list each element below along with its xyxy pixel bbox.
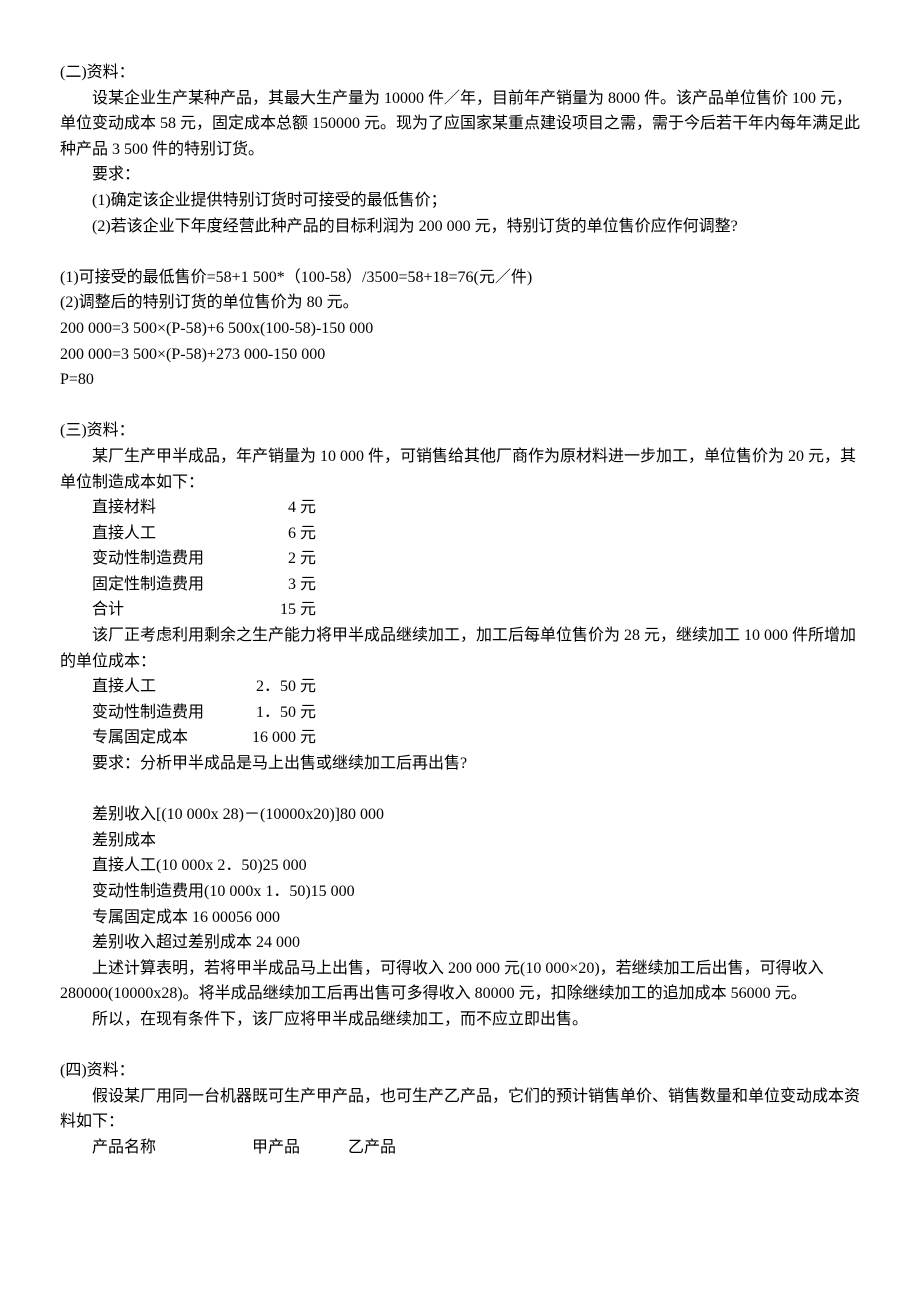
- section-3-title: (三)资料：: [60, 418, 860, 444]
- section-3-a3: 直接人工(10 000x 2．50)25 000: [60, 853, 860, 879]
- cost-label: 合计: [92, 597, 252, 623]
- section-3-a5: 专属固定成本 16 00056 000: [60, 905, 860, 931]
- section-4-intro: 假设某厂用同一台机器既可生产甲产品，也可生产乙产品，它们的预计销售单价、销售数量…: [60, 1084, 860, 1135]
- section-3-a8: 所以，在现有条件下，该厂应将甲半成品继续加工，而不应立即出售。: [60, 1007, 860, 1033]
- cost-val: 15 元: [252, 597, 316, 623]
- section-4-title: (四)资料：: [60, 1058, 860, 1084]
- cost-val: 3 元: [252, 572, 316, 598]
- cost1-row: 合计 15 元: [60, 597, 860, 623]
- cost-label: 变动性制造费用: [92, 546, 252, 572]
- cost-val: 4 元: [252, 495, 316, 521]
- section-2-ans-4: 200 000=3 500×(P-58)+273 000-150 000: [60, 342, 860, 368]
- product-col-name: 产品名称: [92, 1135, 252, 1161]
- section-2-intro: 设某企业生产某种产品，其最大生产量为 10000 件／年，目前年产销量为 800…: [60, 86, 860, 163]
- cost-label: 固定性制造费用: [92, 572, 252, 598]
- product-col-a: 甲产品: [252, 1135, 348, 1161]
- cost1-row: 固定性制造费用 3 元: [60, 572, 860, 598]
- cost-val: 2 元: [252, 546, 316, 572]
- section-3-a2: 差别成本: [60, 828, 860, 854]
- cost-label: 专属固定成本: [92, 725, 252, 751]
- cost1-row: 直接人工 6 元: [60, 521, 860, 547]
- section-3-a7: 上述计算表明，若将甲半成品马上出售，可得收入 200 000 元(10 000×…: [60, 956, 860, 1007]
- section-2-ans-2: (2)调整后的特别订货的单位售价为 80 元。: [60, 290, 860, 316]
- section-2-title: (二)资料：: [60, 60, 860, 86]
- cost-val: 16 000 元: [252, 725, 316, 751]
- product-header: 产品名称 甲产品 乙产品: [60, 1135, 860, 1161]
- section-2-ans-5: P=80: [60, 367, 860, 393]
- section-3-a4: 变动性制造费用(10 000x 1．50)15 000: [60, 879, 860, 905]
- cost-val: 6 元: [252, 521, 316, 547]
- section-3-intro: 某厂生产甲半成品，年产销量为 10 000 件，可销售给其他厂商作为原材料进一步…: [60, 444, 860, 495]
- product-col-b: 乙产品: [348, 1135, 444, 1161]
- cost-val: 2．50 元: [252, 674, 316, 700]
- cost-label: 直接材料: [92, 495, 252, 521]
- cost2-row: 直接人工 2．50 元: [60, 674, 860, 700]
- section-2-ans-3: 200 000=3 500×(P-58)+6 500x(100-58)-150 …: [60, 316, 860, 342]
- section-3-a6: 差别收入超过差别成本 24 000: [60, 930, 860, 956]
- cost-val: 1．50 元: [252, 700, 316, 726]
- cost-label: 直接人工: [92, 674, 252, 700]
- section-3-p2: 该厂正考虑利用剩余之生产能力将甲半成品继续加工，加工后每单位售价为 28 元，继…: [60, 623, 860, 674]
- cost2-row: 专属固定成本 16 000 元: [60, 725, 860, 751]
- section-2-ans-1: (1)可接受的最低售价=58+1 500*（100-58）/3500=58+18…: [60, 265, 860, 291]
- section-2-req-2: (2)若该企业下年度经营此种产品的目标利润为 200 000 元，特别订货的单位…: [60, 214, 860, 240]
- section-2-req-label: 要求：: [60, 162, 860, 188]
- cost1-row: 直接材料 4 元: [60, 495, 860, 521]
- cost-label: 直接人工: [92, 521, 252, 547]
- section-3-req: 要求：分析甲半成品是马上出售或继续加工后再出售?: [60, 751, 860, 777]
- cost1-row: 变动性制造费用 2 元: [60, 546, 860, 572]
- section-2-req-1: (1)确定该企业提供特别订货时可接受的最低售价；: [60, 188, 860, 214]
- cost2-row: 变动性制造费用 1．50 元: [60, 700, 860, 726]
- section-3-a1: 差别收入[(10 000x 28)－(10000x20)]80 000: [60, 802, 860, 828]
- cost-label: 变动性制造费用: [92, 700, 252, 726]
